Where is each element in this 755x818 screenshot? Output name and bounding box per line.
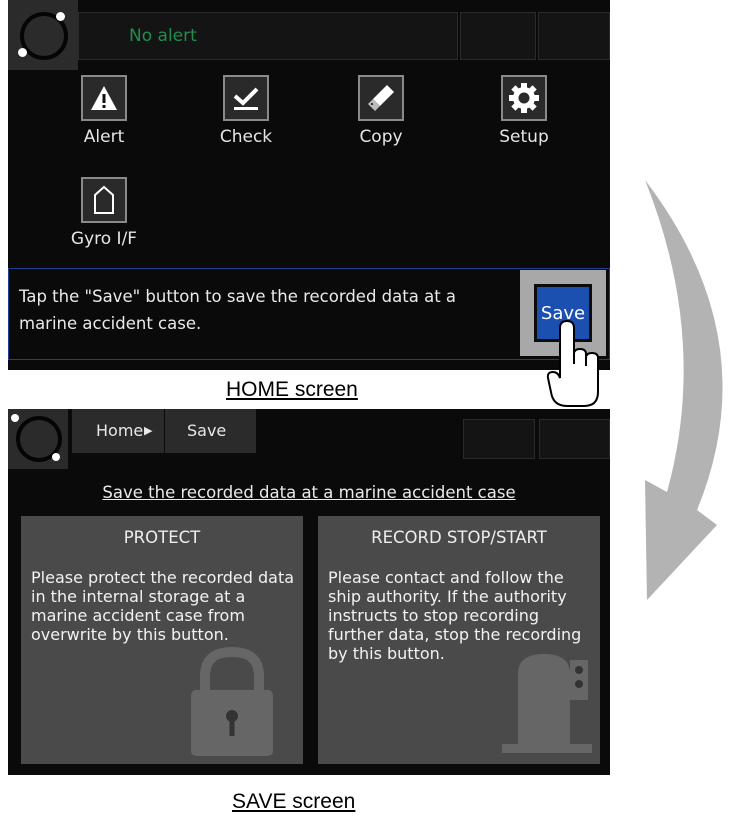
home-screen: No alert Alert Check Copy Setup Gyro I/F… <box>8 0 610 370</box>
chevron-right-icon: ▶ <box>144 424 153 437</box>
status-box <box>539 419 610 459</box>
app-label: Check <box>219 127 273 147</box>
protect-button[interactable]: PROTECT Please protect the recorded data… <box>21 516 303 764</box>
status-box <box>460 12 536 60</box>
padlock-icon <box>191 646 273 756</box>
alert-status-bar: No alert <box>78 12 458 60</box>
app-label: Copy <box>359 127 403 147</box>
recorder-icon <box>502 654 592 753</box>
alert-status-text: No alert <box>129 26 197 46</box>
save-screen: Home ▶ Save Save the recorded data at a … <box>8 409 610 775</box>
curved-arrow-icon <box>645 180 723 600</box>
status-box <box>538 12 610 60</box>
app-setup[interactable]: Setup <box>474 75 574 147</box>
breadcrumb-current: Save <box>165 409 256 453</box>
app-copy[interactable]: Copy <box>331 75 431 147</box>
gear-icon <box>501 75 547 121</box>
alert-icon <box>81 75 127 121</box>
page-title: Save the recorded data at a marine accid… <box>102 483 516 502</box>
breadcrumb-current-label: Save <box>187 421 227 440</box>
app-label: Setup <box>499 127 549 147</box>
breadcrumb-home[interactable]: Home ▶ <box>72 409 164 453</box>
breadcrumb-home-label: Home <box>96 421 144 440</box>
app-label: Gyro I/F <box>70 229 138 249</box>
logo <box>8 0 78 70</box>
panel-text: Please protect the recorded data in the … <box>31 568 295 644</box>
ship-bow-icon <box>81 177 127 223</box>
instruction-text: Tap the "Save" button to save the record… <box>19 287 457 333</box>
check-icon <box>223 75 269 121</box>
logo <box>8 409 68 469</box>
app-check[interactable]: Check <box>196 75 296 147</box>
record-stop-start-button[interactable]: RECORD STOP/START Please contact and fol… <box>318 516 600 764</box>
usb-drive-icon <box>358 75 404 121</box>
hand-pointer-icon <box>546 319 599 407</box>
panel-title: RECORD STOP/START <box>371 528 547 547</box>
panel-title: PROTECT <box>123 528 201 547</box>
save-screen-caption: SAVE screen <box>232 790 356 813</box>
app-alert[interactable]: Alert <box>54 75 154 147</box>
app-label: Alert <box>83 127 125 147</box>
panel-text: Please contact and follow the ship autho… <box>328 568 582 663</box>
home-screen-caption: HOME screen <box>226 378 358 401</box>
status-box <box>463 419 535 459</box>
app-gyro[interactable]: Gyro I/F <box>54 177 154 249</box>
